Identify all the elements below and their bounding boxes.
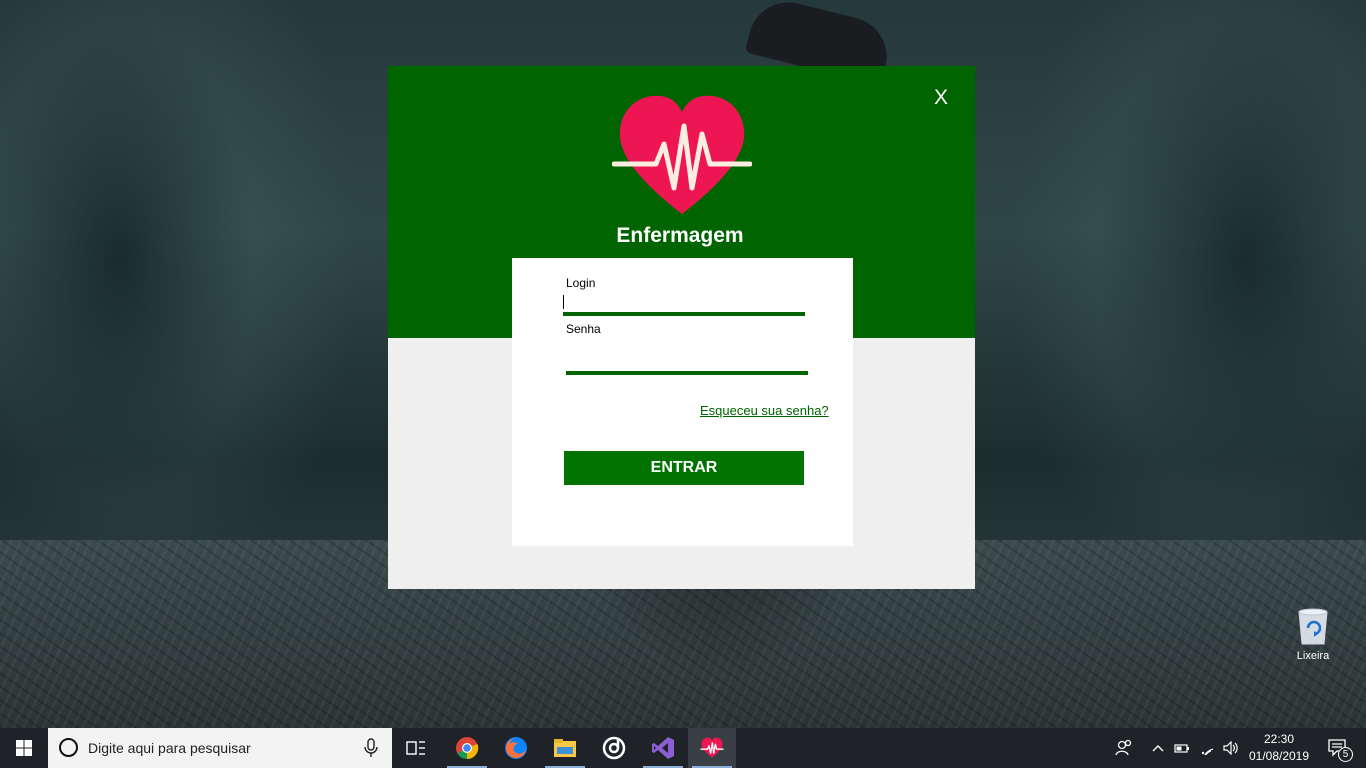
people-icon <box>1115 739 1132 756</box>
enter-button[interactable]: ENTRAR <box>564 451 804 485</box>
taskbar-app-chrome[interactable] <box>443 728 491 768</box>
close-button[interactable]: X <box>925 84 957 112</box>
recycle-bin-icon <box>1298 608 1328 645</box>
login-label: Login <box>566 276 596 290</box>
login-underline <box>563 312 805 316</box>
taskbar-app-enfermagem[interactable] <box>688 728 736 768</box>
heart-pulse-icon <box>700 737 724 758</box>
task-view-icon <box>406 741 425 755</box>
clock-date: 01/08/2019 <box>1248 749 1310 763</box>
taskbar-app-visual-studio[interactable] <box>639 728 687 768</box>
login-input[interactable] <box>564 293 804 311</box>
text-caret <box>563 295 564 309</box>
cortana-icon <box>59 738 78 757</box>
start-button[interactable] <box>0 728 48 768</box>
forgot-password-link[interactable]: Esqueceu sua senha? <box>700 403 829 418</box>
notification-count-badge: 5 <box>1338 747 1353 762</box>
groove-icon <box>602 736 626 760</box>
taskbar-search-box[interactable]: Digite aqui para pesquisar <box>48 728 392 768</box>
chrome-icon <box>456 737 479 760</box>
file-explorer-icon <box>554 739 576 757</box>
password-underline <box>566 371 808 375</box>
password-label: Senha <box>566 322 601 336</box>
windows-logo-icon <box>16 740 32 756</box>
taskbar-app-file-explorer[interactable] <box>541 728 589 768</box>
wifi-icon <box>1201 748 1214 755</box>
show-hidden-icons-button[interactable] <box>1148 728 1168 768</box>
microphone-icon[interactable] <box>363 738 379 758</box>
taskbar: Digite aqui para pesquisar 22:30 01/08/2… <box>0 728 1366 768</box>
visual-studio-icon <box>652 737 674 759</box>
firefox-icon <box>505 737 527 759</box>
password-input[interactable] <box>566 342 806 360</box>
people-button[interactable] <box>1108 728 1140 768</box>
search-placeholder: Digite aqui para pesquisar <box>88 740 251 756</box>
wifi-button[interactable] <box>1198 728 1218 768</box>
taskbar-clock[interactable]: 22:30 01/08/2019 <box>1244 731 1314 765</box>
volume-icon <box>1223 741 1238 755</box>
recycle-bin-label: Lixeira <box>1296 650 1330 662</box>
taskbar-app-groove[interactable] <box>590 728 638 768</box>
task-view-button[interactable] <box>392 728 440 768</box>
login-window: X Enfermagem Login Senha Esqueceu sua se… <box>388 66 975 589</box>
recycle-bin[interactable]: Lixeira <box>1282 606 1344 670</box>
volume-button[interactable] <box>1220 728 1242 768</box>
wallpaper-trees-right <box>1006 0 1366 560</box>
heart-pulse-icon <box>612 95 752 214</box>
battery-icon <box>1174 744 1189 753</box>
app-title: Enfermagem <box>616 224 744 247</box>
chevron-up-icon <box>1152 745 1164 752</box>
taskbar-app-firefox[interactable] <box>492 728 540 768</box>
clock-time: 22:30 <box>1263 732 1295 746</box>
login-panel: Login Senha Esqueceu sua senha? ENTRAR <box>512 258 853 546</box>
wallpaper-trees-left <box>0 0 340 560</box>
battery-button[interactable] <box>1172 728 1192 768</box>
action-center-button[interactable]: 5 <box>1318 728 1358 768</box>
